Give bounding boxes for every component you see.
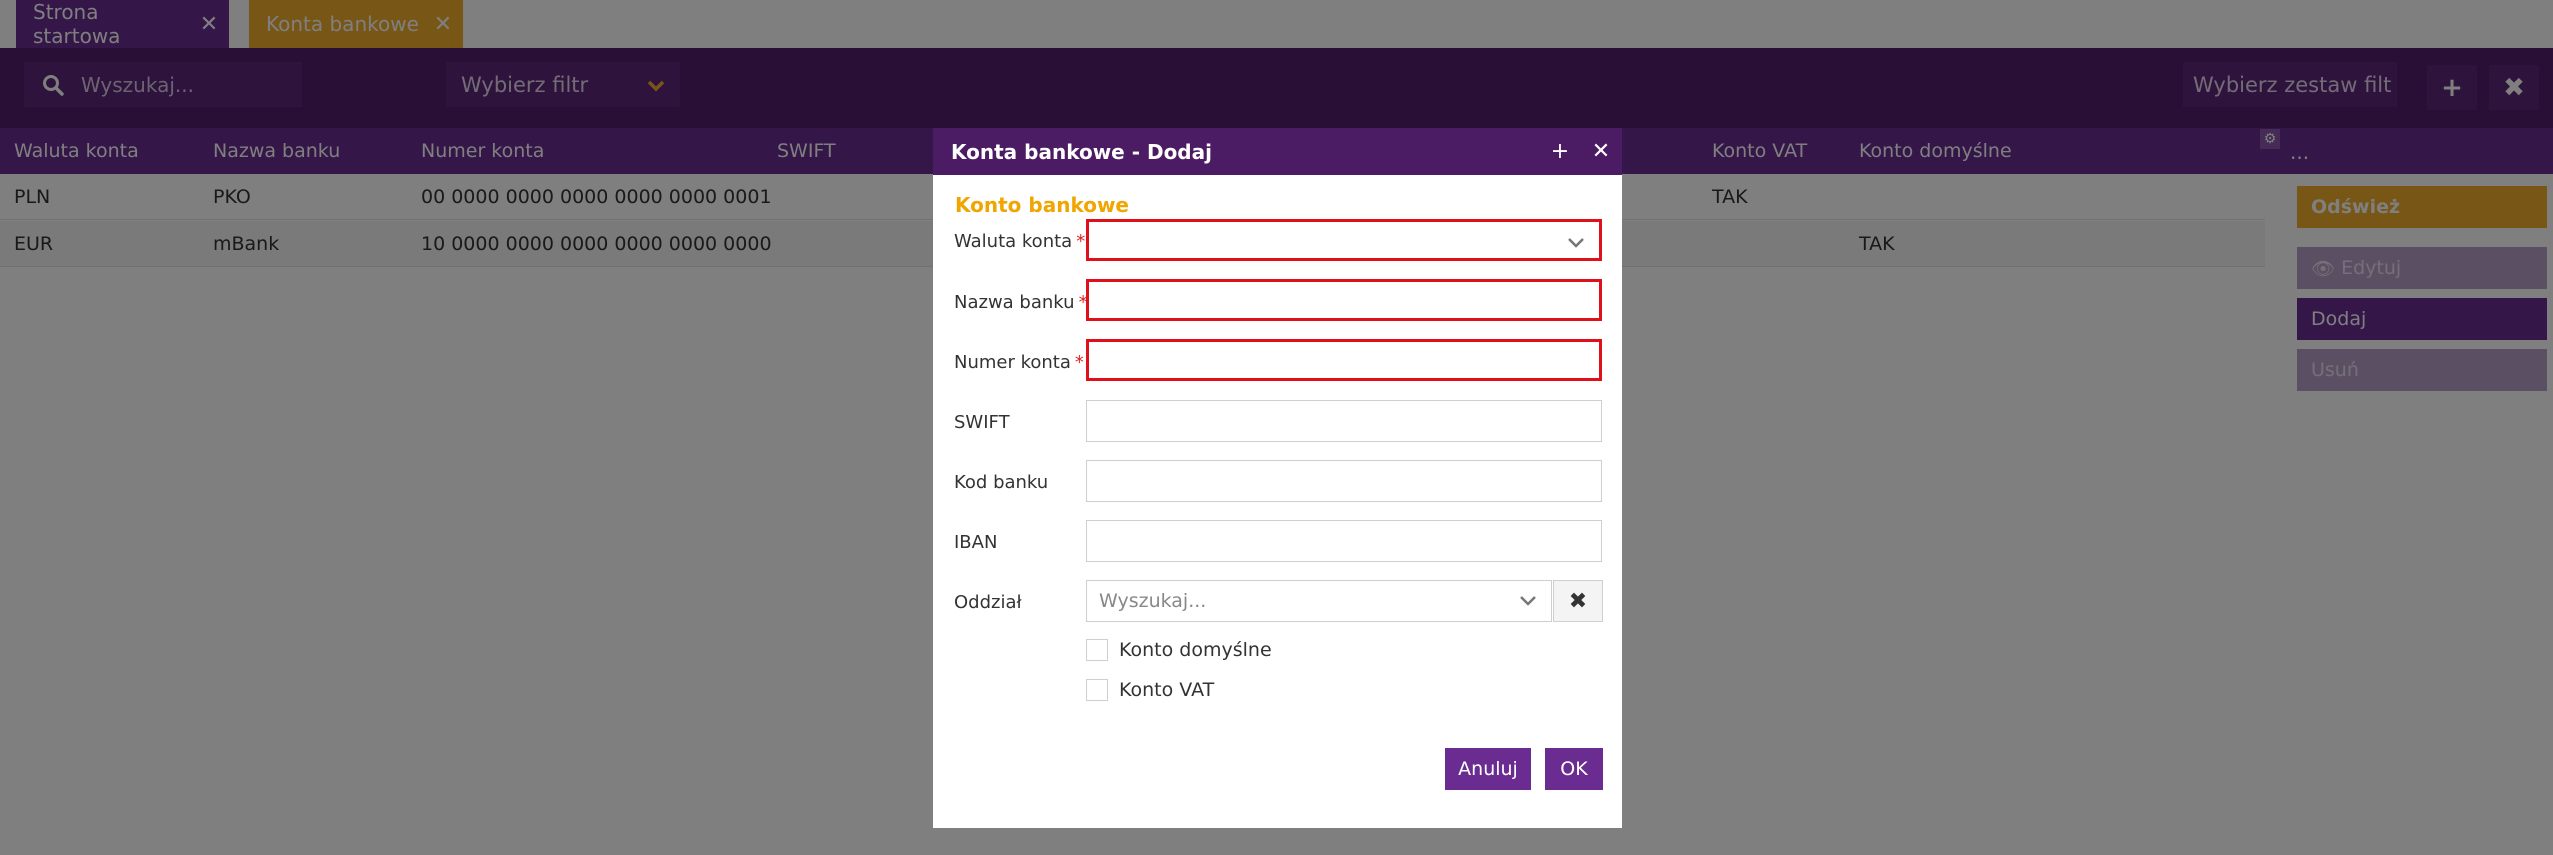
numer-konta-input[interactable]	[1086, 339, 1602, 381]
label-nazwa-banku: Nazwa banku *	[954, 281, 1088, 323]
kod-banku-input[interactable]	[1086, 460, 1602, 502]
label-kod-banku: Kod banku	[954, 471, 1049, 493]
label-text: Numer konta	[954, 351, 1071, 373]
waluta-konta-select[interactable]	[1086, 219, 1602, 261]
konto-vat-checkbox[interactable]	[1086, 679, 1108, 701]
label-oddzial: Oddział	[954, 591, 1022, 613]
checkbox-label: Konto VAT	[1119, 679, 1215, 701]
ok-button[interactable]: OK	[1545, 748, 1603, 790]
label-text: Waluta konta	[954, 230, 1073, 252]
label-text: Nazwa banku	[954, 291, 1075, 313]
konto-domyslne-checkbox-row[interactable]: Konto domyślne	[1086, 636, 1272, 664]
dialog-title: Konta bankowe - Dodaj	[951, 139, 1212, 164]
maximize-icon[interactable]: +	[1540, 128, 1580, 175]
label-numer-konta: Numer konta *	[954, 341, 1084, 383]
label-waluta-konta: Waluta konta *	[954, 220, 1085, 262]
label-iban: IBAN	[954, 531, 998, 553]
dialog-header: Konta bankowe - Dodaj + ✕	[933, 128, 1622, 175]
label-swift: SWIFT	[954, 411, 1010, 433]
section-title: Konto bankowe	[955, 193, 1129, 217]
required-mark: *	[1074, 351, 1084, 373]
required-mark: *	[1076, 230, 1086, 252]
chevron-down-icon	[1567, 230, 1585, 254]
konto-vat-checkbox-row[interactable]: Konto VAT	[1086, 676, 1214, 704]
nazwa-banku-input[interactable]	[1086, 279, 1602, 321]
checkbox-label: Konto domyślne	[1119, 639, 1272, 661]
chevron-down-icon	[1519, 590, 1537, 612]
konto-domyslne-checkbox[interactable]	[1086, 639, 1108, 661]
close-icon[interactable]: ✕	[1580, 128, 1622, 175]
cancel-button[interactable]: Anuluj	[1445, 748, 1531, 790]
iban-input[interactable]	[1086, 520, 1602, 562]
oddzial-placeholder: Wyszukaj...	[1099, 590, 1207, 612]
oddzial-search-input[interactable]: Wyszukaj...	[1086, 580, 1552, 622]
close-icon: ✖	[1568, 588, 1588, 614]
clear-oddzial-button[interactable]: ✖	[1553, 580, 1603, 622]
swift-input[interactable]	[1086, 400, 1602, 442]
